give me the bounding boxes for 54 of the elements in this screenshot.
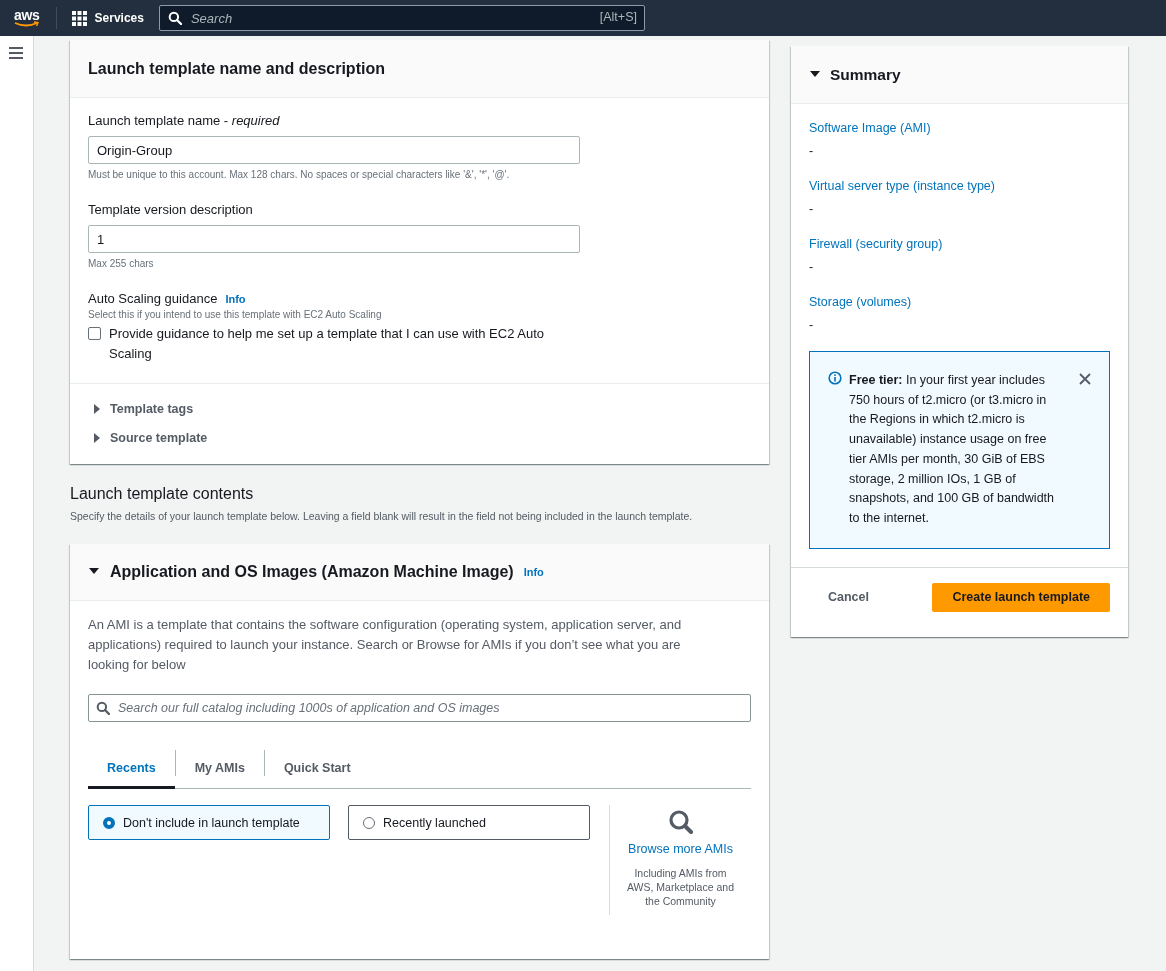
search-icon — [668, 809, 693, 834]
search-icon — [167, 11, 182, 25]
shortcut-hint: [Alt+S] — [599, 10, 637, 24]
alert-text: Free tier: In your first year includes 750 hours of t2.micro (or t3.micro in the Regions in which t2.micro is unavailable) instance usage on free tier AMIs per month, 30 GiB of EBS storage, 2 million IOs, 1 GB of snapshots, and 100 GB of bandwidth to the internet. — [849, 372, 1055, 527]
create-button[interactable]: Create launch template — [932, 582, 1110, 612]
summary-link[interactable]: Virtual server type (instance type) — [809, 177, 1110, 195]
summary-link[interactable]: Firewall (security group) — [809, 235, 1110, 253]
card-title: Summary — [830, 65, 901, 84]
close-icon — [1079, 373, 1091, 385]
close-button[interactable] — [1079, 373, 1091, 385]
tab[interactable]: My AMIs — [175, 749, 264, 789]
menu-icon — [9, 47, 23, 59]
radio-option[interactable]: Don't include in launch template — [88, 805, 330, 840]
info-link[interactable]: Info — [523, 566, 544, 578]
browse-link[interactable]: Browse more AMIs — [628, 842, 733, 856]
card-title: Application and OS Images (Amazon Machine Image) — [110, 563, 514, 581]
field-hint: Select this if you intend to use this template with EC2 Auto Scaling — [88, 308, 383, 322]
info-link[interactable]: Info — [225, 293, 246, 305]
field-label: Auto Scaling guidance — [88, 290, 218, 308]
field-hint: Max 255 chars — [88, 257, 155, 271]
field-label: Launch template name - required — [88, 112, 281, 130]
radio-option[interactable]: Recently launched — [348, 805, 590, 840]
smile-icon — [14, 20, 40, 28]
info-icon — [828, 371, 842, 385]
summary-value: - — [809, 143, 815, 160]
tab[interactable]: Quick Start — [264, 749, 370, 789]
summary-link[interactable]: Software Image (AMI) — [809, 119, 1110, 137]
text-input[interactable]: Origin-Group — [88, 136, 580, 164]
services-menu-button[interactable]: Services — [56, 10, 159, 26]
search-icon — [96, 701, 110, 715]
menu-button[interactable] — [9, 47, 23, 59]
aws-logo[interactable]: aws — [14, 7, 57, 29]
radio-button[interactable] — [103, 816, 115, 829]
field-hint: Must be unique to this account. Max 128 chars. No spaces or special characters like '&', '*', '@'. — [88, 168, 511, 182]
text-input[interactable]: 1 — [88, 225, 580, 253]
checkbox[interactable] — [88, 327, 101, 340]
checkbox-label: Provide guidance to help me set up a template that I can use with EC2 Auto Scaling — [109, 325, 546, 363]
summary-value: - — [809, 317, 815, 334]
summary-value: - — [809, 201, 815, 218]
card-description: An AMI is a template that contains the software configuration (operating system, application server, and applications) required to launch your instance. Search or Browse for AMIs if you don’t see what you are looking for below — [88, 616, 683, 674]
summary-link[interactable]: Storage (volumes) — [809, 293, 1110, 311]
summary-value: - — [809, 259, 815, 276]
section-description: Specify the details of your launch template below. Leaving a field blank will result in the field not being included in the launch template. — [70, 509, 694, 523]
card-title: Launch template name and description — [88, 59, 385, 78]
expandable-section[interactable]: Source template — [88, 423, 208, 452]
section-title: Launch template contents — [70, 484, 255, 504]
grid-icon — [71, 10, 87, 26]
field-label: Template version description — [88, 201, 254, 219]
expandable-section[interactable]: Template tags — [88, 394, 194, 423]
browse-note: Including AMIs from AWS, Marketplace and the Community — [626, 866, 735, 908]
cancel-button[interactable]: Cancel — [828, 590, 869, 605]
radio-button[interactable] — [363, 816, 375, 829]
search-field[interactable]: Search our full catalog including 1000s of application and OS images — [88, 694, 751, 722]
tab[interactable]: Recents — [88, 749, 175, 789]
